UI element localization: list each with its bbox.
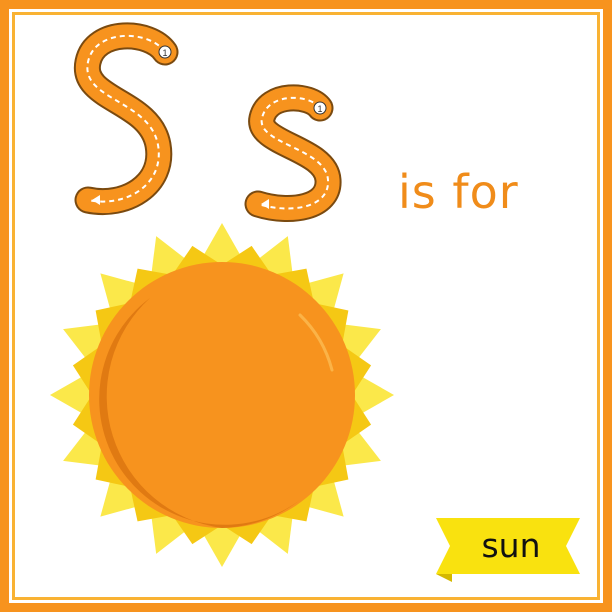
sun-icon [50, 223, 394, 567]
uppercase-s-trace: 1 S [74, 22, 179, 215]
sun-body [89, 262, 355, 528]
flash-card: 1 S 1 s is for sun [0, 0, 612, 612]
word-label: sun [481, 526, 541, 565]
trace-start-number: 1 [162, 48, 167, 58]
is-for-text: is for [398, 165, 519, 219]
trace-start-number: 1 [317, 104, 322, 114]
card-artwork: 1 S 1 s [50, 22, 580, 582]
